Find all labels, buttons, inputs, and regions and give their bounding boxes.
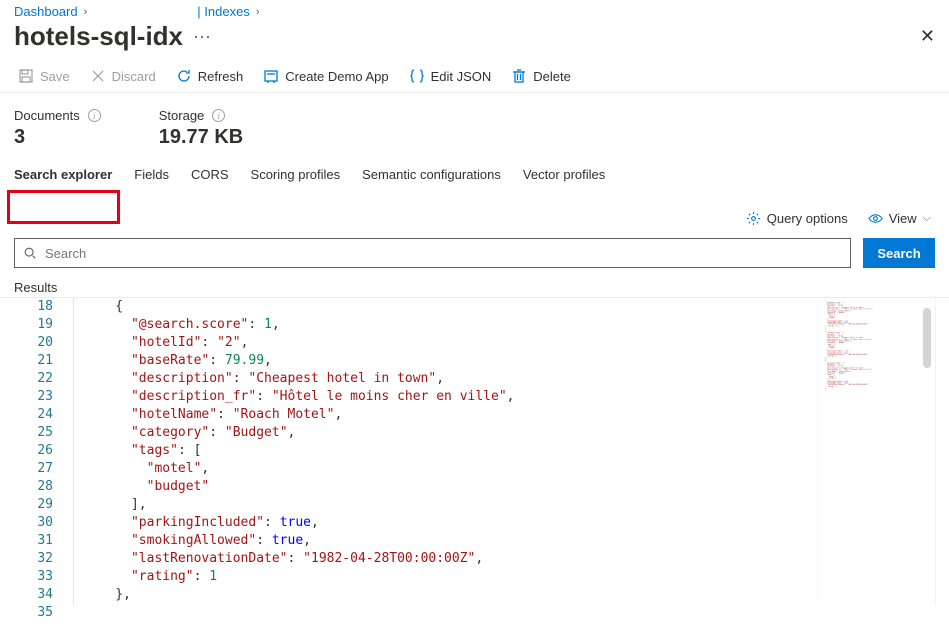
search-row: Search [0,232,949,274]
info-icon[interactable]: i [88,109,101,122]
tab-search-explorer[interactable]: Search explorer [14,167,112,193]
refresh-button[interactable]: Refresh [172,68,248,84]
documents-label: Documents [14,108,80,123]
minimap-thumb[interactable] [923,308,931,368]
search-input-wrapper[interactable] [14,238,851,268]
delete-icon [511,68,527,84]
discard-icon [90,68,106,84]
page-title: hotels-sql-idx [14,21,183,52]
tab-scoring-profiles[interactable]: Scoring profiles [251,167,341,193]
chevron-right-icon: › [84,6,88,18]
more-icon[interactable]: ··· [193,26,211,47]
eye-icon [868,211,883,226]
title-row: hotels-sql-idx ··· ✕ [0,19,949,54]
documents-stat: Documents i 3 [14,107,101,149]
tab-cors[interactable]: CORS [191,167,229,193]
refresh-icon [176,68,192,84]
json-icon [409,68,425,84]
tab-vector-profiles[interactable]: Vector profiles [523,167,605,193]
breadcrumb-dashboard[interactable]: Dashboard [14,4,78,19]
code-body[interactable]: { "@search.score": 1, "hotelId": "2", "b… [74,298,817,605]
scrollbar[interactable] [935,298,949,605]
view-button[interactable]: View ⌵ [868,211,931,226]
search-icon [23,246,37,260]
save-icon [18,68,34,84]
storage-label: Storage [159,108,205,123]
query-options-button[interactable]: Query options [746,211,848,226]
search-input[interactable] [45,246,842,261]
breadcrumb-indexes[interactable]: | Indexes [197,4,250,19]
app-icon [263,68,279,84]
search-button[interactable]: Search [863,238,935,268]
breadcrumb: Dashboard › | Indexes › [0,0,949,19]
create-demo-app-button[interactable]: Create Demo App [259,68,392,84]
chevron-down-icon: ⌵ [923,212,931,225]
stats-row: Documents i 3 Storage i 19.77 KB [0,93,949,149]
close-icon[interactable]: ✕ [920,26,935,47]
toolbar: Save Discard Refresh Create Demo App Edi… [0,54,949,93]
tabs: Search explorer Fields CORS Scoring prof… [0,149,949,193]
save-button: Save [14,68,74,84]
tab-semantic-configurations[interactable]: Semantic configurations [362,167,501,193]
storage-stat: Storage i 19.77 KB [159,107,244,149]
results-code-area: 181920212223242526272829303132333435 { "… [0,297,949,605]
results-label: Results [0,274,949,297]
storage-value: 19.77 KB [159,126,244,149]
documents-value: 3 [14,126,101,149]
gear-icon [746,211,761,226]
minimap[interactable]: { "@search.score": 1, "hotelId": "2", "b… [817,298,935,605]
options-row: Query options View ⌵ [0,193,949,232]
info-icon[interactable]: i [212,109,225,122]
discard-button: Discard [86,68,160,84]
delete-button[interactable]: Delete [507,68,575,84]
chevron-right-icon: › [256,6,260,18]
line-gutter: 181920212223242526272829303132333435 [0,298,74,605]
tab-fields[interactable]: Fields [134,167,169,193]
edit-json-button[interactable]: Edit JSON [405,68,496,84]
